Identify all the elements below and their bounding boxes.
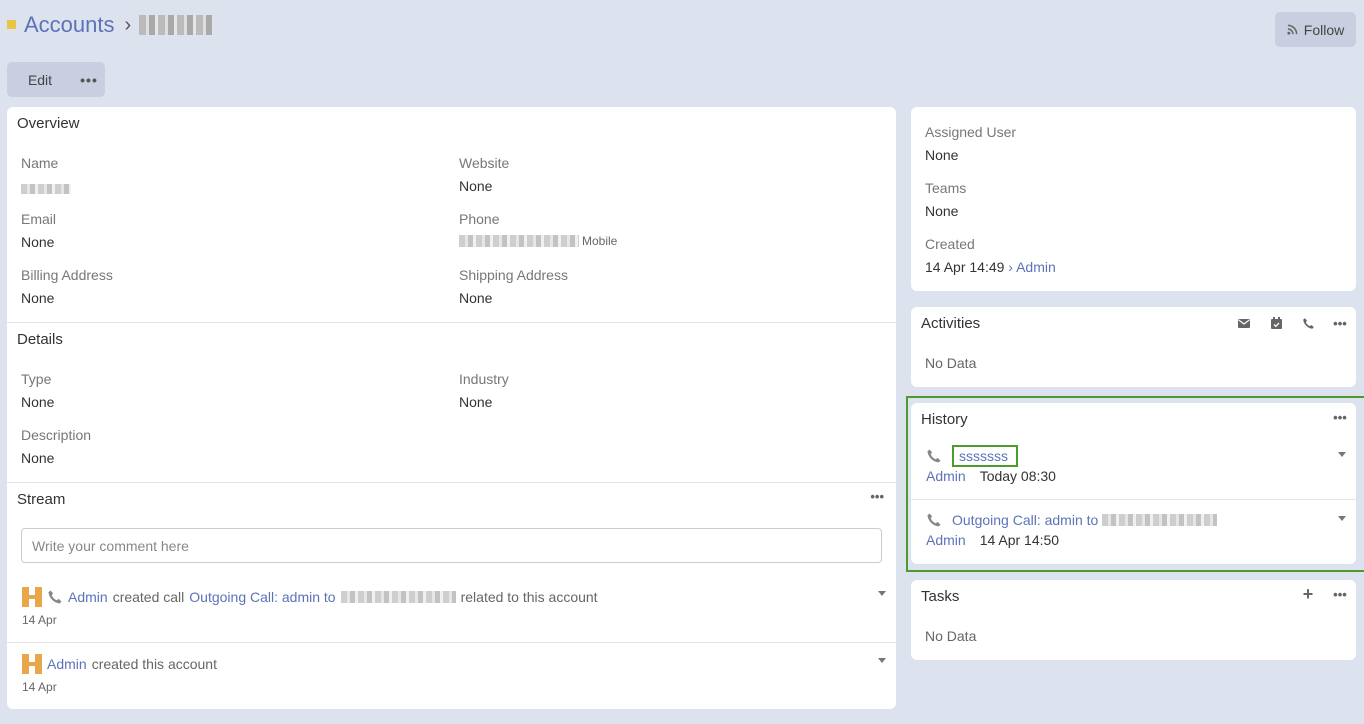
divider <box>7 482 896 483</box>
stream-action-text: created this account <box>91 656 217 672</box>
main-record-panel: Overview Name Website None Email None Ph… <box>7 107 896 709</box>
created-by-link[interactable]: › Admin <box>1008 259 1055 275</box>
avatar <box>22 654 42 674</box>
phone-icon[interactable] <box>1300 315 1316 331</box>
rss-icon <box>1287 24 1298 35</box>
type-value: None <box>21 394 55 410</box>
created-value: 14 Apr 14:49 › Admin <box>925 259 1056 275</box>
overview-title: Overview <box>17 115 80 132</box>
stream-item: Admin created this account 14 Apr <box>22 654 886 694</box>
follow-button[interactable]: Follow <box>1275 12 1356 47</box>
history-highlight-outline <box>906 396 1364 572</box>
type-label: Type <box>21 371 52 387</box>
description-label: Description <box>21 427 92 443</box>
comment-input[interactable] <box>21 528 882 563</box>
more-actions-button[interactable]: ••• <box>73 72 105 88</box>
teams-value: None <box>925 203 959 219</box>
chevron-down-icon[interactable] <box>878 658 886 663</box>
stream-item: Admin created call Outgoing Call: admin … <box>22 587 886 627</box>
avatar <box>22 587 42 607</box>
stream-suffix-text: related to this account <box>460 589 598 605</box>
stream-call-link[interactable]: Outgoing Call: admin to <box>189 589 335 605</box>
stream-user-link[interactable]: Admin <box>68 589 108 605</box>
side-info-panel: Assigned User None Teams None Created 14… <box>911 107 1356 291</box>
created-label: Created <box>925 236 975 252</box>
shipping-address-value: None <box>459 290 493 306</box>
activities-title: Activities <box>921 315 981 332</box>
tasks-more-button[interactable]: ••• <box>1332 586 1348 602</box>
industry-label: Industry <box>459 371 509 387</box>
stream-date: 14 Apr <box>22 613 57 627</box>
website-value: None <box>459 178 493 194</box>
assigned-user-value: None <box>925 147 959 163</box>
website-label: Website <box>459 155 510 171</box>
entity-color-icon <box>7 19 16 29</box>
chevron-down-icon[interactable] <box>878 591 886 596</box>
phone-icon <box>48 590 62 604</box>
billing-address-label: Billing Address <box>21 267 113 283</box>
created-date: 14 Apr 14:49 <box>925 259 1005 275</box>
tasks-empty-text: No Data <box>925 628 977 644</box>
description-value: None <box>21 450 55 466</box>
industry-value: None <box>459 394 493 410</box>
breadcrumb-separator: › <box>124 13 132 36</box>
stream-more-button[interactable]: ••• <box>870 489 884 504</box>
activities-more-button[interactable]: ••• <box>1332 315 1348 331</box>
divider <box>7 322 896 323</box>
billing-address-value: None <box>21 290 55 306</box>
email-value: None <box>21 234 55 250</box>
phone-type: Mobile <box>582 234 618 248</box>
stream-user-link[interactable]: Admin <box>47 656 87 672</box>
envelope-icon[interactable] <box>1236 315 1252 331</box>
activities-empty-text: No Data <box>925 355 977 371</box>
shipping-address-label: Shipping Address <box>459 267 568 283</box>
breadcrumb-accounts-link[interactable]: Accounts <box>24 12 115 38</box>
add-task-button[interactable]: + <box>1300 584 1316 604</box>
email-label: Email <box>21 211 57 227</box>
assigned-user-label: Assigned User <box>925 124 1017 140</box>
edit-button[interactable]: Edit <box>7 72 73 88</box>
page-header: Accounts › <box>7 8 214 42</box>
teams-label: Teams <box>925 180 967 196</box>
record-name-title <box>139 15 214 35</box>
name-value <box>21 180 71 196</box>
stream-action-text: created call <box>112 589 185 605</box>
calendar-icon[interactable] <box>1268 315 1284 331</box>
edit-button-group: Edit ••• <box>7 62 105 97</box>
divider <box>7 642 896 643</box>
stream-title: Stream <box>17 491 66 508</box>
activities-actions: ••• <box>1236 315 1348 331</box>
details-title: Details <box>17 331 63 348</box>
tasks-actions: + ••• <box>1300 584 1348 604</box>
name-label: Name <box>21 155 59 171</box>
stream-date: 14 Apr <box>22 680 57 694</box>
tasks-panel: Tasks + ••• No Data <box>911 580 1356 660</box>
tasks-title: Tasks <box>921 588 960 605</box>
phone-value[interactable]: Mobile <box>459 234 617 248</box>
phone-label: Phone <box>459 211 500 227</box>
follow-label: Follow <box>1303 21 1345 38</box>
activities-panel: Activities ••• No Data <box>911 307 1356 387</box>
